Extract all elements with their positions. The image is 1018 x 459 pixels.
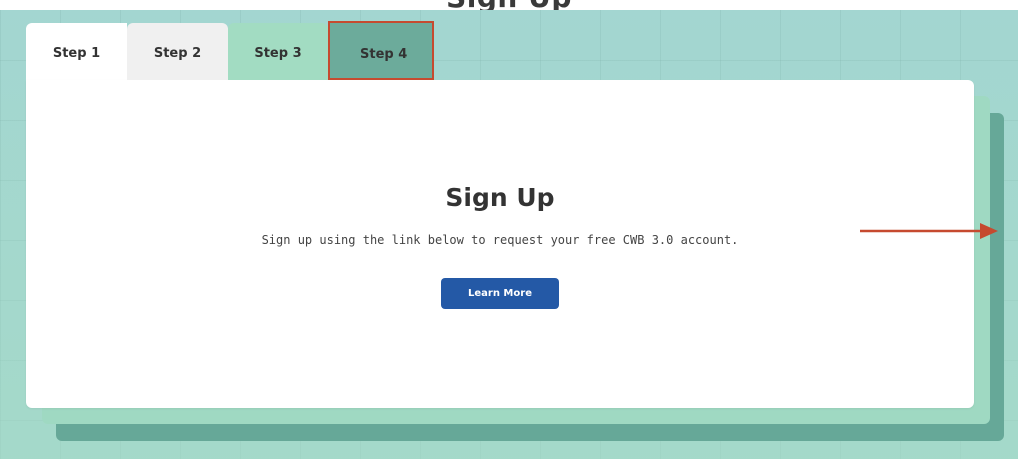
top-strip: Sign Up — [0, 0, 1018, 10]
tab-step-1[interactable]: Step 1 — [26, 23, 127, 80]
tab-step-3[interactable]: Step 3 — [228, 23, 328, 80]
page-heading-partial: Sign Up — [0, 0, 1018, 10]
tab-step-2[interactable]: Step 2 — [127, 23, 228, 80]
tab-step-4-highlighted[interactable]: Step 4 — [328, 21, 434, 80]
step-tabs: Step 1 Step 2 Step 3 Step 4 — [26, 21, 434, 80]
arrow-right-icon — [860, 223, 998, 239]
card-title: Sign Up — [445, 183, 555, 212]
card-description: Sign up using the link below to request … — [261, 233, 739, 247]
arrow-head — [980, 223, 998, 239]
learn-more-button[interactable]: Learn More — [441, 278, 559, 309]
signup-card: Sign Up Sign up using the link below to … — [26, 80, 974, 408]
